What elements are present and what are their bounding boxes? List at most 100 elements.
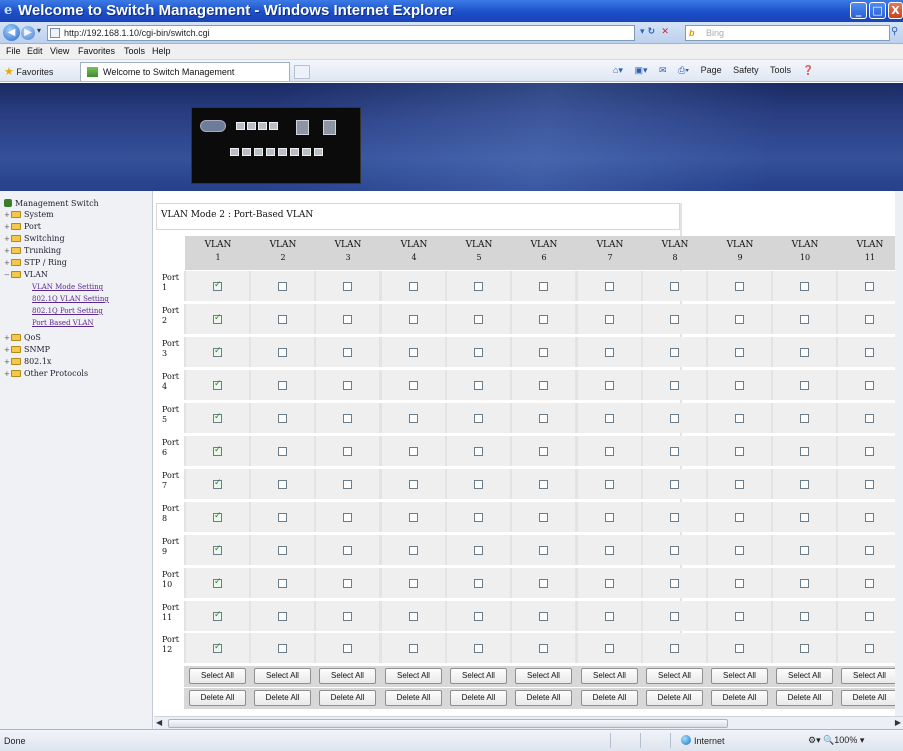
- membership-checkbox[interactable]: [865, 348, 874, 357]
- expand-icon[interactable]: +: [4, 358, 11, 366]
- membership-checkbox[interactable]: [605, 579, 614, 588]
- membership-checkbox[interactable]: [735, 579, 744, 588]
- membership-checkbox[interactable]: [343, 414, 352, 423]
- sidebar-item-8021x[interactable]: +802.1x: [4, 357, 51, 366]
- menu-view[interactable]: View: [50, 46, 69, 56]
- membership-checkbox[interactable]: [409, 381, 418, 390]
- membership-checkbox[interactable]: [474, 315, 483, 324]
- dropdown-icon[interactable]: ▾: [640, 27, 645, 37]
- delete-all-button[interactable]: Delete All: [776, 690, 833, 706]
- select-all-button[interactable]: Select All: [776, 668, 833, 684]
- membership-checkbox[interactable]: [343, 546, 352, 555]
- vertical-scrollbar[interactable]: [895, 191, 903, 716]
- membership-checkbox[interactable]: [539, 282, 548, 291]
- membership-checkbox[interactable]: [213, 280, 222, 291]
- membership-checkbox[interactable]: [343, 612, 352, 621]
- sidebar-link-8021q-port[interactable]: 802.1Q Port Setting: [32, 307, 103, 315]
- favorites-button[interactable]: ★ Favorites: [4, 65, 53, 78]
- menu-favorites[interactable]: Favorites: [78, 46, 115, 56]
- select-all-button[interactable]: Select All: [189, 668, 246, 684]
- membership-checkbox[interactable]: [735, 315, 744, 324]
- stop-icon[interactable]: ✕: [661, 27, 669, 37]
- membership-checkbox[interactable]: [735, 612, 744, 621]
- membership-checkbox[interactable]: [474, 381, 483, 390]
- select-all-button[interactable]: Select All: [646, 668, 703, 684]
- membership-checkbox[interactable]: [539, 546, 548, 555]
- membership-checkbox[interactable]: [670, 480, 679, 489]
- membership-checkbox[interactable]: [605, 546, 614, 555]
- membership-checkbox[interactable]: [278, 381, 287, 390]
- membership-checkbox[interactable]: [474, 480, 483, 489]
- cmd-page[interactable]: Page: [701, 65, 722, 75]
- menu-edit[interactable]: Edit: [27, 46, 43, 56]
- sidebar-item-qos[interactable]: + QoS: [4, 333, 41, 342]
- membership-checkbox[interactable]: [278, 644, 287, 653]
- membership-checkbox[interactable]: [539, 480, 548, 489]
- cmd-tools[interactable]: Tools: [770, 65, 791, 75]
- membership-checkbox[interactable]: [800, 644, 809, 653]
- membership-checkbox[interactable]: [865, 447, 874, 456]
- new-tab-button[interactable]: [294, 65, 310, 79]
- membership-checkbox[interactable]: [735, 644, 744, 653]
- membership-checkbox[interactable]: [735, 480, 744, 489]
- delete-all-button[interactable]: Delete All: [646, 690, 703, 706]
- membership-checkbox[interactable]: [278, 315, 287, 324]
- membership-checkbox[interactable]: [605, 612, 614, 621]
- sidebar-item-other-protocols[interactable]: + Other Protocols: [4, 369, 88, 378]
- membership-checkbox[interactable]: [605, 315, 614, 324]
- membership-checkbox[interactable]: [213, 445, 222, 456]
- membership-checkbox[interactable]: [343, 381, 352, 390]
- membership-checkbox[interactable]: [278, 447, 287, 456]
- membership-checkbox[interactable]: [539, 644, 548, 653]
- membership-checkbox[interactable]: [474, 348, 483, 357]
- membership-checkbox[interactable]: [278, 480, 287, 489]
- membership-checkbox[interactable]: [343, 447, 352, 456]
- delete-all-button[interactable]: Delete All: [319, 690, 376, 706]
- sidebar-item-port[interactable]: + Port: [4, 222, 41, 231]
- membership-checkbox[interactable]: [800, 480, 809, 489]
- membership-checkbox[interactable]: [539, 513, 548, 522]
- membership-checkbox[interactable]: [605, 381, 614, 390]
- membership-checkbox[interactable]: [278, 546, 287, 555]
- select-all-button[interactable]: Select All: [319, 668, 376, 684]
- sidebar-item-system[interactable]: + System: [4, 210, 54, 219]
- select-all-button[interactable]: Select All: [841, 668, 898, 684]
- expand-icon[interactable]: +: [4, 223, 11, 231]
- membership-checkbox[interactable]: [213, 577, 222, 588]
- membership-checkbox[interactable]: [213, 346, 222, 357]
- membership-checkbox[interactable]: [735, 546, 744, 555]
- membership-checkbox[interactable]: [865, 546, 874, 555]
- membership-checkbox[interactable]: [865, 579, 874, 588]
- membership-checkbox[interactable]: [213, 544, 222, 555]
- membership-checkbox[interactable]: [735, 381, 744, 390]
- membership-checkbox[interactable]: [213, 511, 222, 522]
- delete-all-button[interactable]: Delete All: [189, 690, 246, 706]
- membership-checkbox[interactable]: [474, 546, 483, 555]
- expand-icon[interactable]: +: [4, 247, 11, 255]
- home-icon[interactable]: ⌂▾: [613, 65, 623, 75]
- membership-checkbox[interactable]: [670, 315, 679, 324]
- select-all-button[interactable]: Select All: [515, 668, 572, 684]
- membership-checkbox[interactable]: [278, 579, 287, 588]
- delete-all-button[interactable]: Delete All: [581, 690, 638, 706]
- membership-checkbox[interactable]: [605, 447, 614, 456]
- membership-checkbox[interactable]: [670, 447, 679, 456]
- select-all-button[interactable]: Select All: [581, 668, 638, 684]
- membership-checkbox[interactable]: [213, 478, 222, 489]
- membership-checkbox[interactable]: [605, 480, 614, 489]
- membership-checkbox[interactable]: [213, 412, 222, 423]
- membership-checkbox[interactable]: [343, 480, 352, 489]
- expand-icon[interactable]: +: [4, 334, 11, 342]
- sidebar-item-vlan[interactable]: − VLAN: [4, 270, 48, 279]
- membership-checkbox[interactable]: [278, 612, 287, 621]
- delete-all-button[interactable]: Delete All: [254, 690, 311, 706]
- membership-checkbox[interactable]: [735, 414, 744, 423]
- membership-checkbox[interactable]: [605, 513, 614, 522]
- cmd-safety[interactable]: Safety: [733, 65, 759, 75]
- membership-checkbox[interactable]: [800, 546, 809, 555]
- sidebar-item-switching[interactable]: + Switching: [4, 234, 65, 243]
- membership-checkbox[interactable]: [409, 315, 418, 324]
- membership-checkbox[interactable]: [474, 447, 483, 456]
- membership-checkbox[interactable]: [800, 315, 809, 324]
- membership-checkbox[interactable]: [409, 579, 418, 588]
